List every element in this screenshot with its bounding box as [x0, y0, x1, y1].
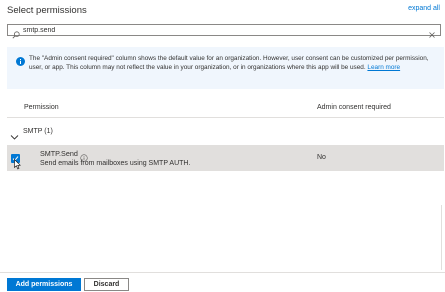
- permission-description: Send emails from mailboxes using SMTP AU…: [40, 160, 191, 167]
- discard-button[interactable]: Discard: [84, 278, 129, 291]
- column-header-permission: Permission: [24, 104, 59, 111]
- expand-all-link[interactable]: expand all: [408, 5, 440, 12]
- select-permissions-panel: Select permissions expand all The "Admin…: [0, 0, 445, 292]
- search-box[interactable]: [7, 24, 441, 39]
- chevron-down-icon: [10, 128, 19, 140]
- table-row[interactable]: SMTP.Send Send emails from mailboxes usi…: [7, 145, 444, 171]
- column-header-admin-consent: Admin consent required: [317, 104, 391, 111]
- admin-consent-value: No: [317, 154, 326, 161]
- close-icon[interactable]: [428, 26, 436, 38]
- add-permissions-button[interactable]: Add permissions: [7, 278, 81, 291]
- scrollbar-track[interactable]: [441, 205, 442, 270]
- info-circle-icon[interactable]: [80, 149, 88, 162]
- group-label: SMTP (1): [23, 127, 53, 135]
- permission-name: SMTP.Send: [40, 149, 78, 158]
- footer-divider: [0, 272, 445, 273]
- info-icon: [16, 57, 25, 66]
- learn-more-link[interactable]: Learn more: [367, 64, 400, 71]
- header-divider: [7, 117, 444, 118]
- panel-title: Select permissions: [7, 5, 87, 16]
- search-icon: [12, 26, 20, 39]
- mouse-pointer-icon: [14, 159, 21, 170]
- info-message-bar: The "Admin consent required" column show…: [7, 47, 444, 89]
- group-toggle-smtp[interactable]: SMTP (1): [7, 124, 53, 140]
- search-input[interactable]: [23, 25, 428, 35]
